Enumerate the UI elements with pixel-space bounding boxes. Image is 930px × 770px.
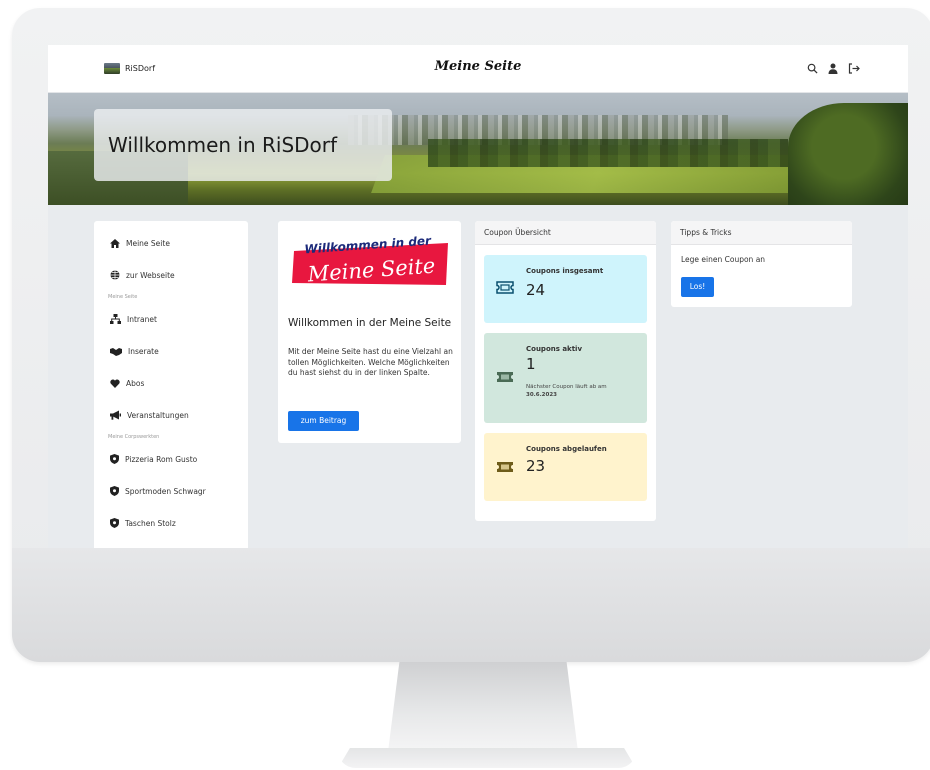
brand-name: RiSDorf xyxy=(125,64,156,73)
hero-title-box: Willkommen in RiSDorf xyxy=(94,109,392,181)
coupons-active-note-date: 30.6.2023 xyxy=(526,392,557,398)
sidebar-item-sportmoden[interactable]: Sportmoden Schwagr xyxy=(94,475,248,507)
brand-link[interactable]: RiSDorf xyxy=(104,63,155,74)
tips-card: Tipps & Tricks Lege einen Coupon an Los! xyxy=(671,221,852,307)
coupons-active-note-prefix: Nächster Coupon läuft ab am xyxy=(526,384,607,390)
monitor-stand xyxy=(388,662,578,752)
sidebar-item-label: Veranstaltungen xyxy=(127,410,189,420)
sidebar-item-label: Sportmoden Schwagr xyxy=(125,486,206,496)
zum-beitrag-button[interactable]: zum Beitrag xyxy=(288,411,359,431)
coupon-overview-card: Coupon Übersicht Coupons insgesamt 24 Co… xyxy=(475,221,656,521)
shield-icon xyxy=(110,518,119,528)
coupons-expired-label: Coupons abgelaufen xyxy=(526,445,607,453)
ticket-icon xyxy=(497,372,513,382)
sidebar-item-label: Intranet xyxy=(127,314,157,324)
welcome-title: Willkommen in der Meine Seite xyxy=(288,317,452,329)
ticket-icon xyxy=(496,281,514,294)
coupons-active-value: 1 xyxy=(526,355,536,373)
screen: RiSDorf Meine Seite Willkommen in RiSDor… xyxy=(48,45,908,548)
sidebar-item-label: Meine Seite xyxy=(126,238,170,248)
sidebar-item-intranet[interactable]: Intranet xyxy=(94,303,248,335)
network-icon xyxy=(110,314,121,324)
coupons-expired-box[interactable]: Coupons abgelaufen 23 xyxy=(484,433,647,501)
sidebar-item-inserate[interactable]: Inserate xyxy=(94,335,248,367)
sidebar-item-label: Taschen Stolz xyxy=(125,518,176,528)
hero-banner: Willkommen in RiSDorf xyxy=(48,93,908,205)
sidebar: Meine Seite zur Webseite Meine Seite Int… xyxy=(94,221,248,548)
hero-title: Willkommen in RiSDorf xyxy=(108,133,338,157)
sidebar-item-meine-seite[interactable]: Meine Seite xyxy=(94,227,248,259)
los-button[interactable]: Los! xyxy=(681,277,714,297)
navbar: RiSDorf Meine Seite xyxy=(48,45,908,93)
tips-text: Lege einen Coupon an xyxy=(681,255,766,264)
sidebar-item-label: Inserate xyxy=(128,346,159,356)
ticket-icon xyxy=(497,462,513,472)
brand-logo xyxy=(104,63,120,74)
handshake-icon xyxy=(110,347,122,356)
hero-trees-right xyxy=(788,103,908,205)
sidebar-item-veranstaltungen[interactable]: Veranstaltungen xyxy=(94,399,248,431)
nav-actions xyxy=(807,63,860,74)
sidebar-section-label: Meine Corpswerkten xyxy=(108,434,160,440)
welcome-logo: Willkommen in der Meine Seite xyxy=(292,234,448,287)
heart-icon xyxy=(110,379,120,388)
home-icon xyxy=(110,238,120,248)
sidebar-section-label: Meine Seite xyxy=(108,294,138,300)
coupons-active-label: Coupons aktiv xyxy=(526,345,583,353)
coupons-expired-value: 23 xyxy=(526,457,546,475)
user-icon[interactable] xyxy=(828,63,838,74)
page-title: Meine Seite xyxy=(434,59,522,74)
shield-icon xyxy=(110,454,119,464)
sidebar-item-webseite[interactable]: zur Webseite xyxy=(94,259,248,291)
monitor-chin xyxy=(12,548,930,662)
sidebar-item-label: Abos xyxy=(126,378,145,388)
coupons-total-value: 24 xyxy=(526,281,546,299)
coupons-total-box[interactable]: Coupons insgesamt 24 xyxy=(484,255,647,323)
sidebar-item-abos[interactable]: Abos xyxy=(94,367,248,399)
hero-trees xyxy=(428,139,788,167)
shield-icon xyxy=(110,486,119,496)
globe-icon xyxy=(110,270,120,280)
sidebar-item-taschen[interactable]: Taschen Stolz xyxy=(94,507,248,539)
search-icon[interactable] xyxy=(807,63,818,74)
monitor-foot xyxy=(338,748,636,768)
tips-header: Tipps & Tricks xyxy=(671,221,852,245)
sidebar-item-label: zur Webseite xyxy=(126,270,175,280)
coupons-active-note: Nächster Coupon läuft ab am 30.6.2023 xyxy=(526,383,636,399)
coupon-overview-header: Coupon Übersicht xyxy=(475,221,656,245)
welcome-card: Willkommen in der Meine Seite Willkommen… xyxy=(278,221,461,443)
sidebar-item-label: Pizzeria Rom Gusto xyxy=(125,454,198,464)
sidebar-item-pizzeria[interactable]: Pizzeria Rom Gusto xyxy=(94,443,248,475)
coupons-active-box[interactable]: Coupons aktiv 1 Nächster Coupon läuft ab… xyxy=(484,333,647,423)
welcome-text: Mit der Meine Seite hast du eine Vielzah… xyxy=(288,347,453,377)
coupons-total-label: Coupons insgesamt xyxy=(526,267,604,275)
megaphone-icon xyxy=(110,410,121,420)
logout-icon[interactable] xyxy=(848,63,860,74)
